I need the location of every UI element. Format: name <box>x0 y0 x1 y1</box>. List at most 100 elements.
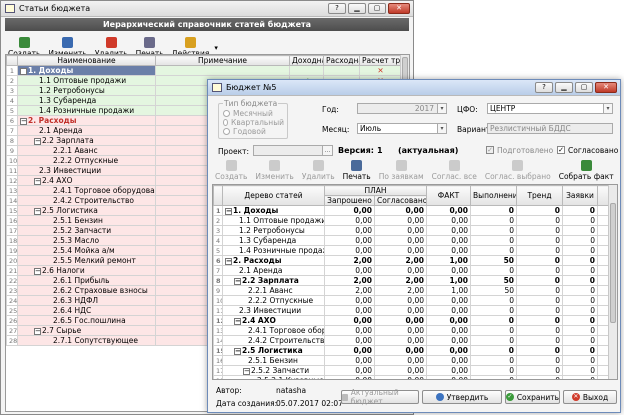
table-row[interactable]: 102.2.2 Отпускные0,000,000,00000 <box>213 295 610 306</box>
table-row[interactable]: 15−2.5 Логистика0,000,000,00000 <box>213 345 610 356</box>
table-row[interactable]: 142.4.2 Строительств0,000,000,00000 <box>213 335 610 346</box>
maximize-button[interactable]: ▢ <box>368 3 386 14</box>
tree-toggle-icon[interactable]: − <box>20 68 27 75</box>
table-row[interactable]: 17−2.5.2 Запчасти0,000,000,00000 <box>213 365 610 376</box>
cell-req[interactable]: 0,00 <box>324 375 375 379</box>
cfo-select[interactable]: ЦЕНТР ▾ <box>487 103 613 114</box>
minimize-button[interactable]: ▁ <box>555 82 573 93</box>
year-field[interactable]: 2017 ▾ <box>357 103 447 114</box>
budget-toolbar-button-7[interactable]: Собрать факт <box>556 157 617 181</box>
cell-agr[interactable]: 0,00 <box>374 245 427 256</box>
tree-toggle-icon[interactable]: − <box>20 118 27 125</box>
cell-req[interactable]: 0,00 <box>324 315 375 326</box>
cell-agr[interactable]: 0,00 <box>374 355 427 366</box>
month-select[interactable]: Июль ▾ <box>357 123 447 134</box>
close-button[interactable]: ✕ <box>388 3 410 14</box>
table-row[interactable]: 1 −1. Доходы 0,00 0,00 0,00 0 0 0 <box>213 205 610 216</box>
cell-agr[interactable]: 0,00 <box>374 325 427 336</box>
budget-toolbar-button-4[interactable]: По заявкам <box>376 157 427 181</box>
column-header-trend[interactable]: Тренд <box>516 185 563 206</box>
budget-grid[interactable]: Дерево статей ПЛАН ФАКТ Выполнение Тренд… <box>212 184 618 380</box>
table-row[interactable]: 9 2.2.1 Аванс 2,00 2,00 1,00 50 0 0 <box>213 285 610 296</box>
actions-dropdown-icon[interactable]: ▾ <box>214 44 218 52</box>
cell-agr[interactable]: 2,00 <box>374 285 427 296</box>
cell-agr[interactable]: 0,00 <box>374 365 427 376</box>
cell-agr[interactable]: 0,00 <box>374 225 427 236</box>
tree-toggle-icon[interactable]: − <box>225 208 232 215</box>
cell-agr[interactable]: 0,00 <box>374 375 427 379</box>
column-header-tree[interactable]: Дерево статей <box>222 185 325 206</box>
cell-agr[interactable]: 0,00 <box>374 305 427 316</box>
cell-req[interactable]: 0,00 <box>324 265 375 276</box>
table-row[interactable]: 112.3 Инвестиции0,000,000,00000 <box>213 305 610 316</box>
tree-toggle-icon[interactable]: − <box>234 318 241 325</box>
budget-toolbar-button-5[interactable]: Соглас. все <box>429 157 480 181</box>
column-header-execution[interactable]: Выполнение <box>470 185 517 206</box>
budget-scrollbar[interactable] <box>608 185 617 379</box>
cell-req[interactable]: 0,00 <box>324 205 375 216</box>
tree-toggle-icon[interactable]: − <box>34 138 41 145</box>
table-row[interactable]: 8 −2.2 Зарплата 2,00 2,00 1,00 50 0 0 <box>213 275 610 286</box>
table-row[interactable]: 1 −1. Доходы ✕ <box>6 65 402 76</box>
maximize-button[interactable]: ▢ <box>575 82 593 93</box>
table-row[interactable]: 3 1.2 Ретробонусы 0,00 0,00 0,00 0 0 0 <box>213 225 610 236</box>
cell-req[interactable]: 0,00 <box>324 215 375 226</box>
column-header-requests[interactable]: Заявки <box>562 185 598 206</box>
cell-agr[interactable]: 0,00 <box>374 315 427 326</box>
column-header-fact[interactable]: ФАКТ <box>426 185 471 206</box>
tree-toggle-icon[interactable]: − <box>34 208 41 215</box>
table-row[interactable]: 7 2.1 Аренда 0,00 0,00 0,00 0 0 0 <box>213 265 610 276</box>
radio-quarterly[interactable]: Квартальный <box>223 118 284 127</box>
radio-yearly[interactable]: Годовой <box>223 127 284 136</box>
tree-toggle-icon[interactable]: − <box>34 268 41 275</box>
radio-monthly[interactable]: Месячный <box>223 109 284 118</box>
column-header-trend[interactable]: Расчет тренда <box>359 55 402 66</box>
cell-req[interactable]: 2,00 <box>324 275 375 286</box>
actualize-button[interactable]: Актуальный бюджет <box>341 388 419 406</box>
cell-agr[interactable]: 2,00 <box>374 275 427 286</box>
tree-toggle-icon[interactable]: − <box>243 368 250 375</box>
table-row[interactable]: 162.5.1 Бензин0,000,000,00000 <box>213 355 610 366</box>
table-row[interactable]: 51.4 Розничные продажи0,000,000,00000 <box>213 245 610 256</box>
table-row[interactable]: 12−2.4 АХО0,000,000,00000 <box>213 315 610 326</box>
minimize-button[interactable]: ▁ <box>348 3 366 14</box>
budget-toolbar-button-1[interactable]: Изменить <box>252 157 296 181</box>
tree-toggle-icon[interactable]: − <box>225 258 232 265</box>
cell-req[interactable]: 2,00 <box>324 285 375 296</box>
close-button[interactable]: ✕ <box>595 82 617 93</box>
cell-req[interactable]: 0,00 <box>324 355 375 366</box>
table-row[interactable]: 132.4.1 Торговое обор0,000,000,00000 <box>213 325 610 336</box>
cell-req[interactable]: 0,00 <box>324 335 375 346</box>
help-button[interactable]: ? <box>535 82 553 93</box>
save-button[interactable]: ✓ Сохранить <box>505 390 560 404</box>
cell-req[interactable]: 2,00 <box>324 255 375 266</box>
budget-toolbar-button-3[interactable]: Печать <box>340 157 374 181</box>
cfo-dropdown-icon[interactable]: ▾ <box>603 104 612 113</box>
project-lookup-icon[interactable]: … <box>322 146 332 155</box>
cell-req[interactable]: 0,00 <box>324 365 375 376</box>
scrollbar-thumb[interactable] <box>610 203 616 323</box>
variant-field[interactable]: Резлистичный БДДС <box>487 123 613 134</box>
cell-agr[interactable]: 0,00 <box>374 295 427 306</box>
cell-agr[interactable]: 0,00 <box>374 335 427 346</box>
table-row[interactable]: 4 1.3 Субаренда 0,00 0,00 0,00 0 0 0 <box>213 235 610 246</box>
table-row[interactable]: 2 1.1 Оптовые продажи 0,00 0,00 0,00 0 0 0 <box>213 215 610 226</box>
column-header-expense[interactable]: Расходная <box>323 55 360 66</box>
column-header-note[interactable]: Примечание <box>155 55 290 66</box>
cell-req[interactable]: 0,00 <box>324 225 375 236</box>
cell-agr[interactable]: 0,00 <box>374 215 427 226</box>
table-row[interactable]: 6 −2. Расходы 2,00 2,00 1,00 50 0 0 <box>213 255 610 266</box>
cell-req[interactable]: 0,00 <box>324 295 375 306</box>
column-header-income[interactable]: Доходная <box>289 55 324 66</box>
cell-req[interactable]: 0,00 <box>324 345 375 356</box>
cell-agr[interactable]: 0,00 <box>374 205 427 216</box>
tree-toggle-icon[interactable]: − <box>234 348 241 355</box>
exit-button[interactable]: ✕ Выход <box>563 390 617 404</box>
approve-button[interactable]: Утвердить <box>422 390 502 404</box>
tree-toggle-icon[interactable]: − <box>34 328 41 335</box>
cell-agr[interactable]: 0,00 <box>374 235 427 246</box>
tree-toggle-icon[interactable]: − <box>234 278 241 285</box>
budget-toolbar-button-2[interactable]: Удалить <box>299 157 338 181</box>
budget-toolbar-button-0[interactable]: Создать <box>212 157 250 181</box>
cell-req[interactable]: 0,00 <box>324 325 375 336</box>
